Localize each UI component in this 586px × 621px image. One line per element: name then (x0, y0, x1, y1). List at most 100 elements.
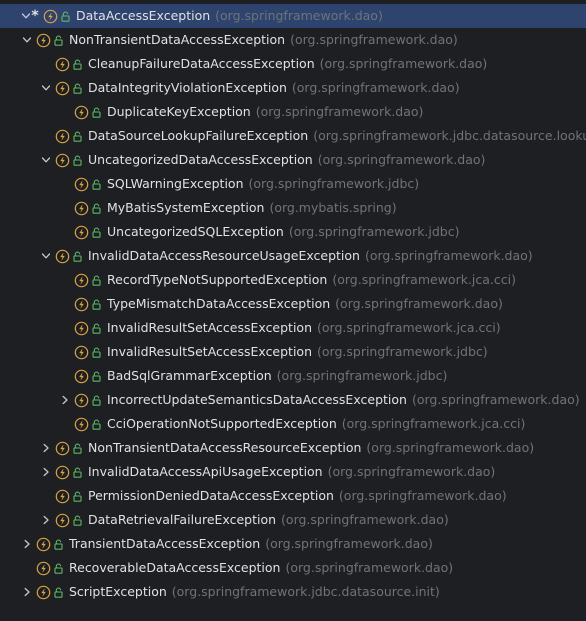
public-lock-icon (91, 106, 101, 118)
chevron-right-icon[interactable] (19, 580, 35, 604)
exception-class-icon (73, 176, 89, 192)
chevron-down-icon[interactable] (38, 76, 54, 100)
tree-row[interactable]: ScriptException (org.springframework.jdbc… (0, 580, 586, 604)
class-name: CleanupFailureDataAccessException (88, 56, 315, 71)
public-lock-icon (72, 490, 82, 502)
class-name: InvalidResultSetAccessException (107, 344, 313, 359)
exception-class-icon (35, 32, 51, 48)
package-name: (org.springframework.dao) (290, 32, 458, 47)
package-name: (org.springframework.dao) (411, 392, 580, 407)
tree-row[interactable]: NonTransientDataAccessResourceException (… (0, 436, 586, 460)
tree-row[interactable]: DuplicateKeyException (org.springframewor… (0, 100, 586, 124)
chevron-down-icon[interactable] (38, 148, 54, 172)
public-lock-icon (72, 58, 82, 70)
exception-class-icon (54, 80, 70, 96)
class-name: InvalidResultSetAccessException (107, 320, 313, 335)
class-name: CciOperationNotSupportedException (107, 416, 337, 431)
exception-class-icon (54, 488, 70, 504)
tree-row[interactable]: TypeMismatchDataAccessException (org.spri… (0, 292, 586, 316)
exception-class-icon (73, 344, 89, 360)
chevron-right-icon[interactable] (38, 436, 54, 460)
public-lock-icon (53, 562, 63, 574)
exception-class-icon (73, 368, 89, 384)
class-name: DataRetrievalFailureException (88, 512, 277, 527)
class-name: SQLWarningException (107, 176, 244, 191)
public-lock-icon (72, 514, 82, 526)
public-lock-icon (91, 226, 101, 238)
package-name: (org.springframework.dao) (319, 56, 488, 71)
tree-row[interactable]: TransientDataAccessException (org.springf… (0, 532, 586, 556)
class-name: TransientDataAccessException (69, 536, 261, 551)
chevron-right-icon[interactable] (38, 460, 54, 484)
exception-class-icon (73, 320, 89, 336)
tree-row[interactable]: InvalidResultSetAccessException (org.spri… (0, 316, 586, 340)
exception-class-icon (35, 584, 51, 600)
exception-class-icon (35, 536, 51, 552)
chevron-right-icon[interactable] (57, 388, 73, 412)
public-lock-icon (91, 370, 101, 382)
tree-row[interactable]: DataRetrievalFailureException (org.spring… (0, 508, 586, 532)
package-name: (org.springframework.dao) (317, 152, 486, 167)
tree-row[interactable]: MyBatisSystemException (org.mybatis.sprin… (0, 196, 586, 220)
class-name: ScriptException (69, 584, 167, 599)
tree-row[interactable]: IncorrectUpdateSemanticsDataAccessExcept… (0, 388, 586, 412)
tree-row[interactable]: * DataAccessException (org.springframework… (0, 4, 586, 28)
tree-row[interactable]: RecoverableDataAccessException (org.sprin… (0, 556, 586, 580)
tree-row[interactable]: InvalidDataAccessResourceUsageException (… (0, 244, 586, 268)
tree-row[interactable]: DataIntegrityViolationException (org.spri… (0, 76, 586, 100)
tree-row[interactable]: InvalidResultSetAccessException (org.spri… (0, 340, 586, 364)
exception-class-icon (73, 200, 89, 216)
tree-row[interactable]: BadSqlGrammarException (org.springframewo… (0, 364, 586, 388)
package-name: (org.springframework.dao) (265, 536, 433, 551)
chevron-down-icon[interactable] (19, 28, 35, 52)
tree-row[interactable]: RecordTypeNotSupportedException (org.spri… (0, 268, 586, 292)
package-name: (org.springframework.jdbc) (276, 368, 448, 383)
class-name: InvalidDataAccessApiUsageException (88, 464, 323, 479)
class-name: DataAccessException (76, 8, 211, 23)
tree-row[interactable]: CleanupFailureDataAccessException (org.sp… (0, 52, 586, 76)
tree-row[interactable]: SQLWarningException (org.springframework.… (0, 172, 586, 196)
tree-row[interactable]: UncategorizedSQLException (org.springfram… (0, 220, 586, 244)
public-lock-icon (53, 34, 63, 46)
exception-class-icon (73, 416, 89, 432)
public-lock-icon (72, 466, 82, 478)
public-lock-icon (91, 202, 101, 214)
exception-class-icon (54, 440, 70, 456)
class-name: IncorrectUpdateSemanticsDataAccessExcept… (107, 392, 407, 407)
public-lock-icon (53, 586, 63, 598)
exception-class-icon (73, 272, 89, 288)
package-name: (org.springframework.jca.cci) (332, 272, 516, 287)
tree-row[interactable]: UncategorizedDataAccessException (org.spr… (0, 148, 586, 172)
public-lock-icon (91, 298, 101, 310)
package-name: (org.springframework.jdbc) (317, 344, 488, 359)
chevron-down-icon[interactable] (38, 244, 54, 268)
class-name: DuplicateKeyException (107, 104, 251, 119)
tree-row[interactable]: DataSourceLookupFailureException (org.spr… (0, 124, 586, 148)
tree-row[interactable]: NonTransientDataAccessException (org.spri… (0, 28, 586, 52)
package-name: (org.springframework.jdbc) (288, 224, 460, 239)
public-lock-icon (72, 130, 82, 142)
tree-row[interactable]: InvalidDataAccessApiUsageException (org.s… (0, 460, 586, 484)
exception-class-icon (54, 56, 70, 72)
class-name: DataSourceLookupFailureException (88, 128, 309, 143)
class-name: BadSqlGrammarException (107, 368, 272, 383)
exception-class-icon (54, 248, 70, 264)
tree-row[interactable]: CciOperationNotSupportedException (org.sp… (0, 412, 586, 436)
public-lock-icon (91, 178, 101, 190)
exception-class-icon (73, 104, 89, 120)
tree-row[interactable]: PermissionDeniedDataAccessException (org.… (0, 484, 586, 508)
class-name: InvalidDataAccessResourceUsageException (88, 248, 360, 263)
chevron-right-icon[interactable] (19, 532, 35, 556)
chevron-right-icon[interactable] (38, 508, 54, 532)
class-name: UncategorizedSQLException (107, 224, 284, 239)
public-lock-icon (72, 82, 82, 94)
package-name: (org.springframework.dao) (335, 296, 503, 311)
